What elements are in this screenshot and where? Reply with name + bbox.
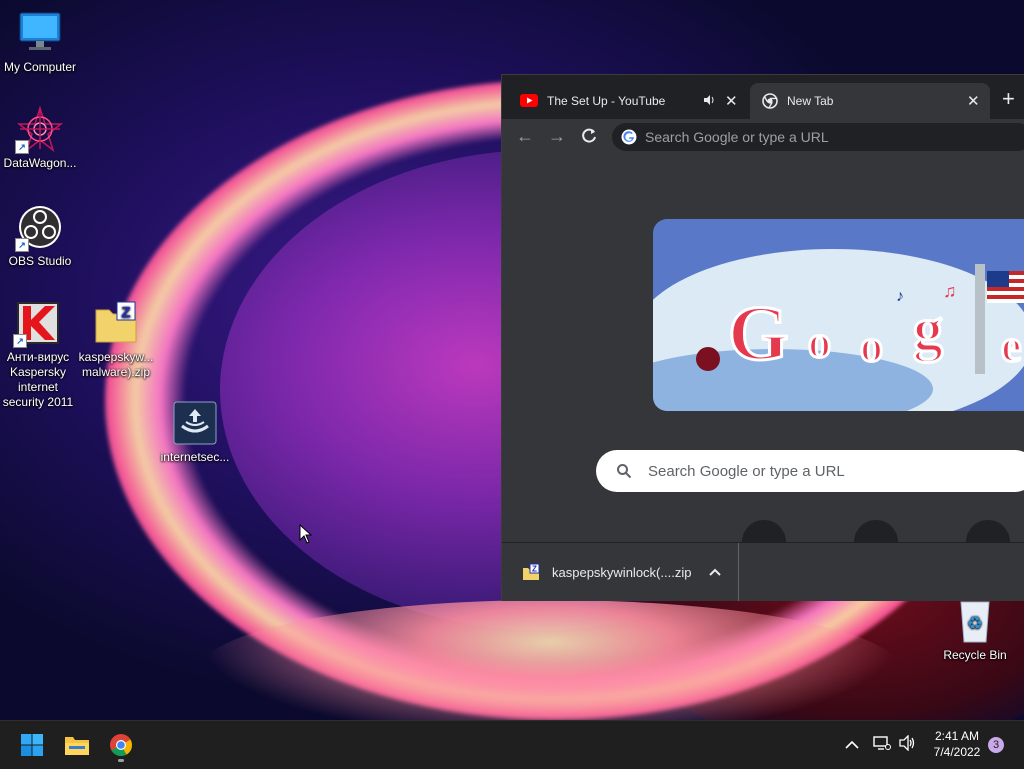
desktop-icon-zip-file[interactable]: Z kaspepskyw... malware).zip bbox=[76, 300, 156, 380]
zip-file-icon: Z bbox=[522, 563, 540, 581]
youtube-icon bbox=[520, 94, 538, 108]
new-tab-plus-icon[interactable]: + bbox=[1002, 88, 1015, 110]
zip-archive-icon: Z bbox=[93, 300, 139, 346]
desktop-icon-label: kaspepskyw... malware).zip bbox=[78, 350, 154, 379]
tab-youtube[interactable]: The Set Up - YouTube ✕ bbox=[510, 83, 748, 119]
new-tab-page: G o o g e ♪ ♫ Search Google or type a UR… bbox=[502, 155, 1024, 542]
monitor-icon bbox=[17, 10, 63, 56]
chrome-icon bbox=[762, 93, 778, 109]
network-icon[interactable] bbox=[873, 735, 891, 756]
download-filename: kaspepskywinlock(....zip bbox=[552, 564, 692, 580]
reload-icon[interactable] bbox=[580, 127, 598, 150]
desktop-icon-label: internetsec... bbox=[160, 450, 230, 464]
browser-toolbar: ← → Search Google or type a URL bbox=[502, 119, 1024, 155]
ntp-search-box[interactable]: Search Google or type a URL bbox=[596, 450, 1024, 492]
datawagon-icon: ↗ bbox=[15, 105, 64, 154]
clock-time: 2:41 AM bbox=[934, 729, 980, 743]
svg-text:Z: Z bbox=[121, 304, 130, 321]
desktop-icon-my-computer[interactable]: My Computer bbox=[0, 10, 80, 75]
shortcut-arrow-icon: ↗ bbox=[13, 334, 27, 348]
back-arrow-icon[interactable]: ← bbox=[516, 126, 534, 147]
download-shelf: Z kaspepskywinlock(....zip bbox=[502, 542, 1024, 601]
tab-strip: The Set Up - YouTube ✕ New Tab ✕ + bbox=[502, 75, 1024, 119]
svg-text:e: e bbox=[1001, 320, 1021, 371]
shortcut-arrow-icon: ↗ bbox=[15, 140, 29, 154]
folder-icon bbox=[65, 737, 89, 755]
volume-icon[interactable] bbox=[899, 733, 917, 756]
svg-text:o: o bbox=[860, 320, 883, 371]
shortcut-tile[interactable] bbox=[966, 520, 1010, 542]
clock[interactable]: 2:41 AM 7/4/2022 bbox=[926, 728, 988, 760]
system-tray bbox=[845, 721, 917, 769]
address-bar-placeholder: Search Google or type a URL bbox=[645, 129, 829, 145]
shortcut-tile[interactable] bbox=[742, 520, 786, 542]
svg-text:♫: ♫ bbox=[943, 281, 957, 301]
recycle-bin-icon: ♻ bbox=[952, 598, 998, 644]
desktop-icon-label: DataWagon... bbox=[3, 156, 77, 170]
desktop-icon-label: Recycle Bin bbox=[943, 648, 1007, 662]
audio-playing-icon[interactable] bbox=[703, 94, 715, 109]
desktop-icon-kaspersky[interactable]: ↗ Анти-вирус Kaspersky internet security… bbox=[0, 300, 79, 410]
windows-logo-icon bbox=[21, 734, 43, 756]
file-explorer-button[interactable] bbox=[61, 729, 93, 761]
taskbar: 2:41 AM 7/4/2022 3 bbox=[0, 720, 1024, 769]
svg-text:o: o bbox=[808, 316, 831, 367]
tab-new-tab[interactable]: New Tab ✕ bbox=[750, 83, 990, 119]
google-doodle[interactable]: G o o g e ♪ ♫ bbox=[653, 219, 1024, 411]
installer-icon bbox=[172, 400, 218, 446]
search-icon bbox=[616, 463, 632, 479]
address-bar[interactable]: Search Google or type a URL bbox=[612, 123, 1024, 151]
download-item[interactable]: Z kaspepskywinlock(....zip bbox=[502, 543, 739, 601]
svg-text:Z: Z bbox=[532, 565, 537, 574]
desktop-icon-obs-studio[interactable]: ↗ OBS Studio bbox=[0, 204, 80, 269]
desktop-icon-label: My Computer bbox=[3, 60, 77, 74]
shortcut-arrow-icon: ↗ bbox=[15, 238, 29, 252]
tab-title: The Set Up - YouTube bbox=[547, 94, 666, 108]
tab-title: New Tab bbox=[787, 94, 834, 108]
svg-text:♻: ♻ bbox=[967, 613, 983, 634]
chevron-up-icon[interactable] bbox=[845, 736, 863, 754]
chrome-logo-icon bbox=[110, 734, 132, 756]
desktop-icon-label: OBS Studio bbox=[8, 254, 72, 268]
chrome-taskbar-button[interactable] bbox=[105, 729, 137, 762]
running-indicator bbox=[118, 759, 124, 762]
obs-icon: ↗ bbox=[15, 204, 63, 252]
kaspersky-icon: ↗ bbox=[13, 300, 61, 348]
svg-text:♪: ♪ bbox=[896, 288, 904, 305]
forward-arrow-icon[interactable]: → bbox=[548, 126, 566, 147]
desktop-icon-internetsec[interactable]: internetsec... bbox=[155, 400, 235, 465]
shortcut-tile[interactable] bbox=[854, 520, 898, 542]
clock-date: 7/4/2022 bbox=[933, 745, 981, 759]
svg-text:g: g bbox=[913, 296, 943, 362]
start-button[interactable] bbox=[16, 729, 48, 761]
tab-close-icon[interactable]: ✕ bbox=[725, 92, 738, 110]
doodle-letter: G bbox=[728, 289, 789, 376]
desktop-icon-label: Анти-вирус Kaspersky internet security 2… bbox=[2, 350, 74, 409]
notification-badge[interactable]: 3 bbox=[988, 737, 1004, 753]
google-g-icon bbox=[621, 129, 637, 145]
mouse-cursor-icon bbox=[299, 523, 313, 549]
desktop-icon-recycle-bin[interactable]: ♻ Recycle Bin bbox=[935, 598, 1015, 663]
tab-close-icon[interactable]: ✕ bbox=[967, 92, 980, 110]
chrome-window[interactable]: The Set Up - YouTube ✕ New Tab ✕ + ← → S… bbox=[502, 75, 1024, 601]
chevron-up-icon[interactable] bbox=[709, 565, 722, 579]
ntp-search-placeholder: Search Google or type a URL bbox=[648, 462, 845, 480]
desktop-icon-datawagon[interactable]: ↗ DataWagon... bbox=[0, 105, 80, 171]
